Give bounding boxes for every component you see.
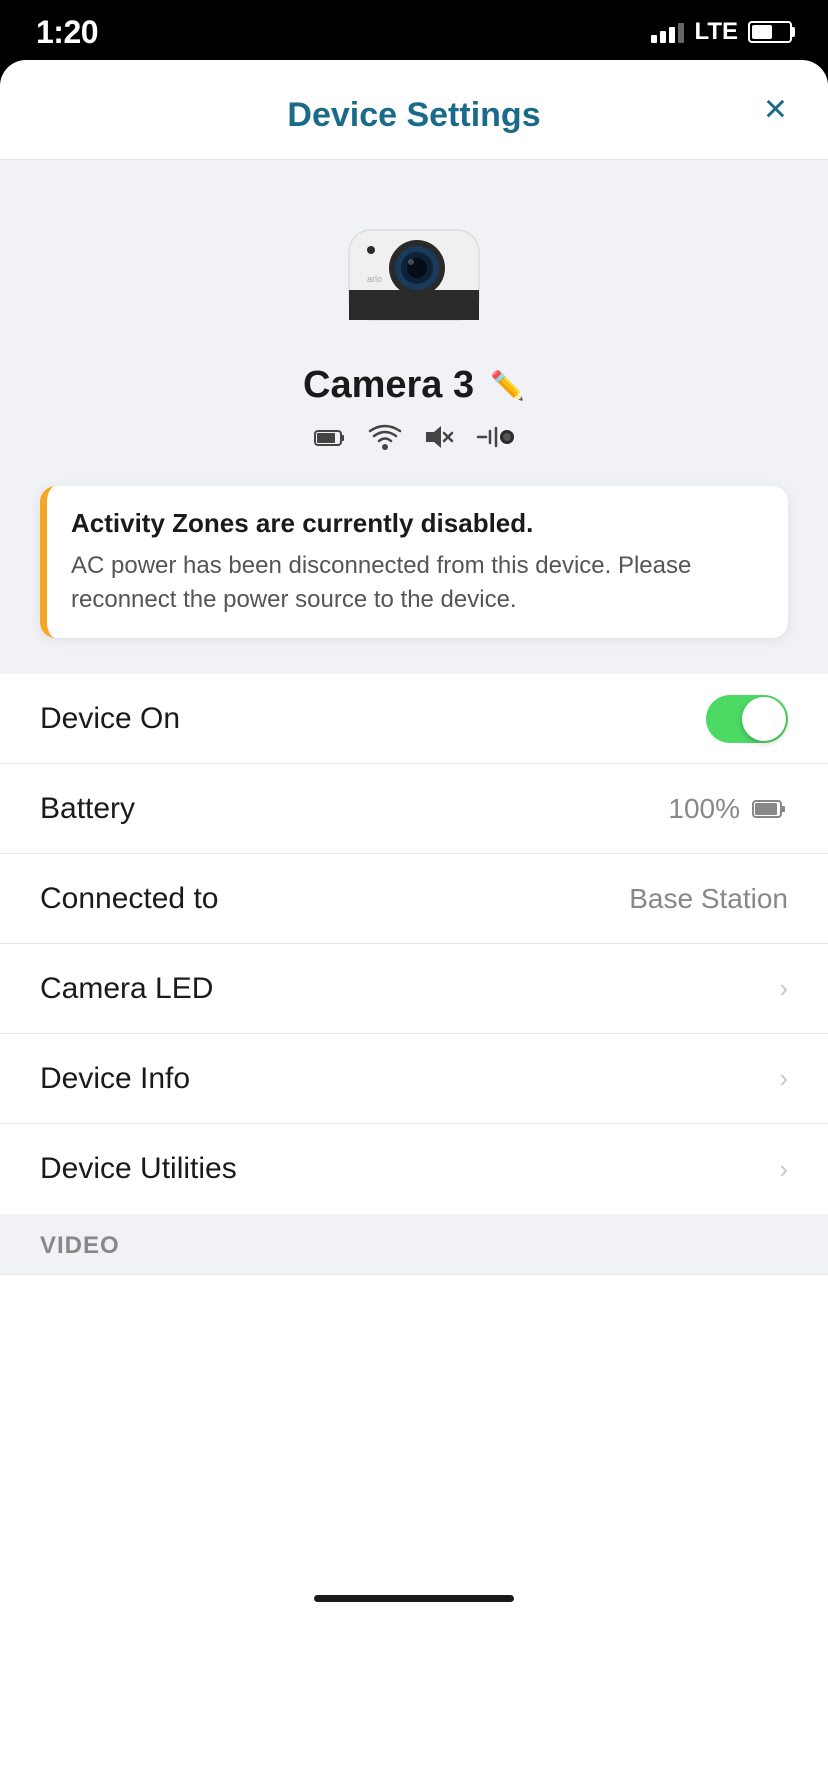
camera-illustration: arlo [329,200,499,340]
camera-name-row: Camera 3 ✏️ [303,364,525,407]
battery-value-icon [752,799,788,819]
video-section-label: VIDEO [40,1232,120,1259]
battery-percent: 100% [668,793,740,825]
camera-led-row[interactable]: Camera LED › [0,944,828,1034]
battery-status-icon [748,21,792,43]
warning-banner: Activity Zones are currently disabled. A… [40,486,788,638]
battery-label: Battery [40,792,135,826]
edit-camera-name-icon[interactable]: ✏️ [490,369,525,402]
camera-led-chevron-icon: › [779,973,788,1004]
battery-row: Battery 100% [0,764,828,854]
camera-speaker-icon [424,424,454,457]
device-utilities-chevron-icon: › [779,1154,788,1185]
home-indicator [0,1575,828,1634]
camera-battery-icon [314,427,346,455]
connected-to-label: Connected to [40,882,218,916]
main-sheet: Device Settings ✕ arlo [0,60,828,1792]
device-on-row[interactable]: Device On [0,674,828,764]
sheet-title: Device Settings [287,96,540,135]
status-bar: 1:20 LTE [0,0,828,60]
close-button[interactable]: ✕ [763,92,788,127]
camera-recording-icon [476,426,514,455]
status-icons: LTE [651,18,792,46]
settings-list: Device On Battery 100% Connected to Base… [0,674,828,1214]
device-info-row[interactable]: Device Info › [0,1034,828,1124]
camera-status-icons [314,423,514,458]
device-info-chevron-icon: › [779,1063,788,1094]
device-info-label: Device Info [40,1062,190,1096]
camera-wifi-icon [368,423,402,458]
video-section-header: VIDEO [0,1214,828,1275]
warning-description: AC power has been disconnected from this… [71,549,764,616]
connected-to-row: Connected to Base Station [0,854,828,944]
home-bar [314,1595,514,1602]
signal-bars-icon [651,21,684,43]
content-spacer [0,1275,828,1575]
device-on-label: Device On [40,702,180,736]
lte-label: LTE [694,18,738,46]
warning-title: Activity Zones are currently disabled. [71,508,764,539]
camera-hero: arlo Camera 3 ✏️ [0,160,828,674]
status-time: 1:20 [36,14,98,51]
device-on-toggle[interactable] [706,695,788,743]
device-utilities-label: Device Utilities [40,1152,237,1186]
camera-led-label: Camera LED [40,972,213,1006]
battery-value: 100% [668,793,788,825]
device-utilities-row[interactable]: Device Utilities › [0,1124,828,1214]
camera-image: arlo [329,200,499,340]
camera-name-label: Camera 3 [303,364,474,407]
sheet-header: Device Settings ✕ [0,60,828,160]
connected-to-value-text: Base Station [629,883,788,915]
connected-to-value: Base Station [629,883,788,915]
toggle-knob [742,697,786,741]
svg-text:arlo: arlo [367,274,382,284]
